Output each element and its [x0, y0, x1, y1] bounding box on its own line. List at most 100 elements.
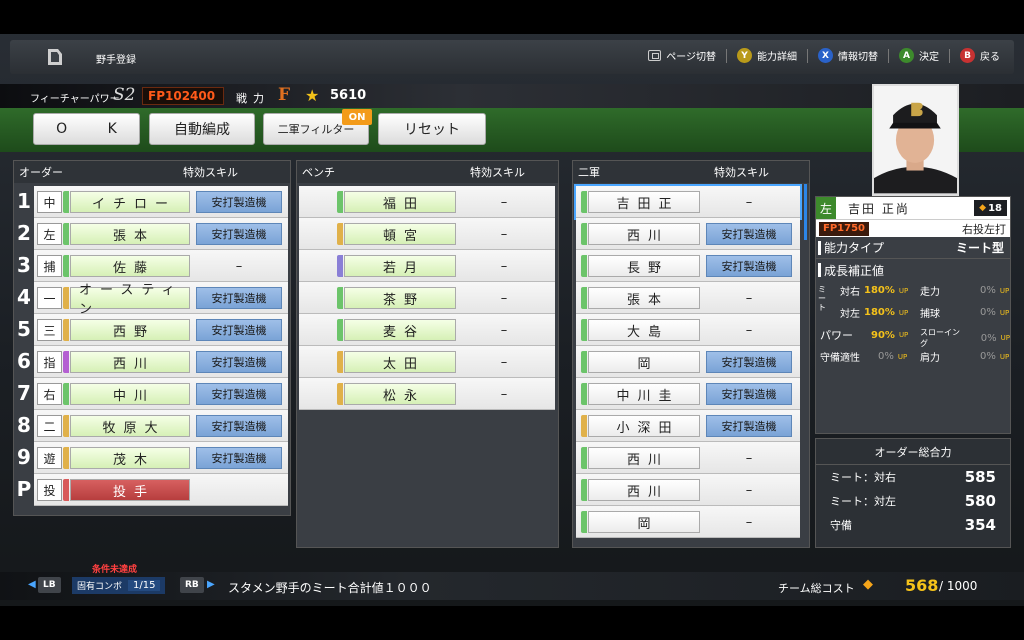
lb-button[interactable]: LB: [38, 577, 61, 593]
player-name: 吉田 正尚: [848, 201, 910, 216]
order-total-panel: オーダー総合力 ミート：対右 585 ミート：対左 580 守備 354: [815, 438, 1011, 548]
player-name: 若月: [344, 255, 456, 277]
b-button-icon: B: [960, 48, 975, 63]
farm-row[interactable]: 張本 –: [576, 282, 800, 314]
bench-row[interactable]: 若月 –: [299, 250, 555, 282]
total-meet-right: ミート：対右 585: [830, 468, 996, 486]
baseball-home-icon: [48, 49, 62, 65]
team-cost-max: / 1000: [939, 579, 978, 593]
team-power-value: 5610: [330, 88, 367, 103]
no-skill: –: [745, 194, 753, 210]
growth-fielding: 守備適性 0% UP: [820, 351, 908, 364]
order-row[interactable]: 9 遊茂木 安打製造機: [17, 442, 288, 474]
combo-mission-text: スタメン野手のミート合計値１０００: [228, 581, 432, 595]
growth-run: 走力 0% UP: [920, 285, 1010, 298]
farm-row[interactable]: 西川 –: [576, 442, 800, 474]
special-skill-badge: 安打製造機: [196, 447, 282, 469]
farm-row[interactable]: 大島 –: [576, 314, 800, 346]
batting-order-number: 8: [17, 413, 31, 437]
hint-back[interactable]: B 戻る: [960, 48, 1000, 63]
farm-scrollbar[interactable]: [804, 184, 807, 240]
batting-order-number: 2: [17, 221, 31, 245]
hint-ability-detail[interactable]: Y 能力詳細: [737, 48, 797, 63]
farm-row[interactable]: 西川 –: [576, 474, 800, 506]
position-label: 投: [37, 479, 62, 501]
order-row[interactable]: 6 指西川 安打製造機: [17, 346, 288, 378]
rb-button[interactable]: RB: [180, 577, 204, 593]
order-row[interactable]: 1 中イチロー 安打製造機: [17, 186, 288, 218]
player-type-stripe: [581, 479, 587, 501]
order-row[interactable]: 8 二牧原大 安打製造機: [17, 410, 288, 442]
player-type-stripe: [63, 191, 69, 213]
reset-button[interactable]: リセット: [378, 113, 486, 145]
bench-panel: ベンチ 特効スキル 福田 – 頓宮 – 若月 – 茶野 – 麦谷 – 太田 – 松永 –: [296, 160, 559, 548]
player-name: 牧原大: [70, 415, 190, 437]
order-panel: オーダー 特効スキル 1 中イチロー 安打製造機 2 左張本 安打製造機 3 捕佐藤 –4 一オー…: [13, 160, 291, 516]
player-type-stripe: [63, 287, 69, 309]
hint-info-switch[interactable]: X 情報切替: [818, 48, 878, 63]
player-type-stripe: [581, 191, 587, 213]
player-type-stripe: [581, 255, 587, 277]
farm-row[interactable]: 岡安打製造機: [576, 346, 800, 378]
farm-row[interactable]: 岡 –: [576, 506, 800, 538]
hint-page-switch[interactable]: ページ切替: [648, 48, 716, 63]
order-row[interactable]: 5 三西野 安打製造機: [17, 314, 288, 346]
letterbox-bottom: [0, 606, 1024, 640]
bench-row[interactable]: 麦谷 –: [299, 314, 555, 346]
player-info-panel: 左 吉田 正尚 ◆ 18 FP1750 右投左打 能力タイプ ミート型 成長補正値…: [815, 196, 1011, 434]
order-row[interactable]: 4 一オースティン 安打製造機: [17, 282, 288, 317]
no-skill: –: [745, 450, 753, 466]
bench-row[interactable]: 頓宮 –: [299, 218, 555, 250]
growth-grid: ミート 対右 180% UP 対左 180% UP 走力 0% UP 捕球 0% UP パワー 9…: [816, 281, 1010, 411]
x-button-icon: X: [818, 48, 833, 63]
player-type-stripe: [581, 415, 587, 437]
bench-row[interactable]: 福田 –: [299, 186, 555, 218]
unique-combo-badge[interactable]: 固有コンボ 1/15: [72, 577, 166, 594]
growth-catch: 捕球 0% UP: [920, 307, 1010, 320]
batting-order-number: 7: [17, 381, 31, 405]
auto-arrange-button[interactable]: 自動編成: [149, 113, 255, 145]
bench-row[interactable]: 茶野 –: [299, 282, 555, 314]
special-skill-badge: 安打製造機: [706, 255, 792, 277]
special-skill-badge: 安打製造機: [706, 415, 792, 437]
player-name: 投手: [70, 479, 190, 501]
order-row[interactable]: 3 捕佐藤 –: [17, 250, 288, 282]
action-band: O K 自動編成 二軍フィルター リセット: [0, 108, 1024, 152]
farm-row[interactable]: 西川 安打製造機: [576, 218, 800, 250]
total-fielding: 守備 354: [830, 516, 996, 534]
meet-label: ミート: [818, 285, 826, 312]
growth-throwing: スローイング 0% UP: [920, 328, 1010, 348]
player-name: オースティン: [70, 283, 190, 317]
no-skill: –: [745, 290, 753, 306]
farm-row[interactable]: 小深田 安打製造機: [576, 410, 800, 442]
y-button-icon: Y: [737, 48, 752, 63]
player-name: 張本: [588, 287, 700, 309]
player-name: 茂木: [70, 447, 190, 469]
player-name: 頓宮: [344, 223, 456, 245]
farm-row[interactable]: 吉田正 –: [574, 184, 802, 220]
page-title: 野手登録: [96, 55, 136, 66]
player-type-stripe: [63, 479, 69, 501]
order-row[interactable]: P 投投手: [17, 474, 288, 506]
bench-row[interactable]: 松永 –: [299, 378, 555, 410]
farm-row[interactable]: 中川圭 安打製造機: [576, 378, 800, 410]
farm-row[interactable]: 長野 安打製造機: [576, 250, 800, 282]
order-row[interactable]: 7 右中川 安打製造機: [17, 378, 288, 410]
ok-button[interactable]: O K: [33, 113, 140, 145]
bench-header: ベンチ 特効スキル: [297, 161, 558, 183]
position-label: 左: [37, 223, 62, 245]
player-name: 中川圭: [588, 383, 700, 405]
growth-row: 成長補正値: [816, 259, 1010, 281]
order-row[interactable]: 2 左張本 安打製造機: [17, 218, 288, 250]
batting-order-number: P: [16, 477, 32, 501]
player-fp-row: FP1750 右投左打: [816, 219, 1010, 237]
player-type-stripe: [581, 447, 587, 469]
player-type-stripe: [581, 319, 587, 341]
no-skill: –: [500, 226, 508, 242]
player-name-row: 左 吉田 正尚 ◆ 18: [816, 197, 1010, 219]
hint-confirm[interactable]: A 決定: [899, 48, 939, 63]
divider: [949, 48, 950, 63]
bench-row[interactable]: 太田 –: [299, 346, 555, 378]
growth-shoulder: 肩力 0% UP: [920, 351, 1010, 364]
order-header: オーダー 特効スキル: [14, 161, 290, 183]
